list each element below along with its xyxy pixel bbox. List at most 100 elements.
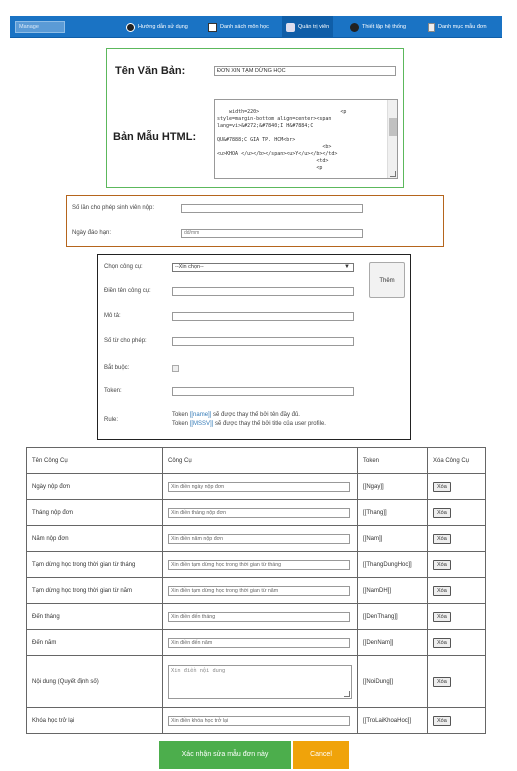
nav-item-subject-list[interactable]: Danh sách môn học [204,16,273,38]
token-cell: [[DenNam]] [357,629,428,656]
settings-icon [350,22,359,32]
table-row: Tháng nộp đơn Xin điền tháng nộp đơn [[T… [26,499,486,526]
nav-item-label: Danh sách môn học [220,24,269,30]
tool-name-cell: Tạm dừng học trong thời gian từ năm [26,577,163,604]
tool-input-cell: Xin điền ngày nộp đơn [162,473,358,500]
confirm-edit-button[interactable]: Xác nhận sửa mẫu đơn này [159,741,291,769]
table-header-row: Tên Công Cụ Công Cụ Token Xóa Công Cụ [26,447,486,474]
tool-name-cell: Đến năm [26,629,163,656]
tool-value-input[interactable]: Xin điền năm nộp đơn [168,533,350,544]
tool-value-input[interactable]: Xin điền tháng nộp đơn [168,507,350,518]
document-name-input[interactable]: ĐƠN XIN TẠM DỪNG HỌC [214,66,396,76]
delete-button[interactable]: Xóa [433,637,451,648]
textarea-scrollbar[interactable] [387,100,397,178]
delete-button[interactable]: Xóa [433,585,451,596]
cancel-button[interactable]: Cancel [293,741,349,769]
token-cell: [[DenThang]] [357,603,428,630]
add-tool-button[interactable]: Thêm [369,262,405,298]
tool-value-input[interactable]: Xin điền đến tháng [168,611,350,622]
nav-item-system-settings[interactable]: Thiết lập hệ thống [346,16,410,38]
tool-name-input[interactable] [172,287,354,296]
delete-button[interactable]: Xóa [433,559,451,570]
form-icon [428,22,435,32]
delete-button[interactable]: Xóa [433,715,451,726]
column-header-tool: Công Cụ [162,447,358,474]
tool-name-cell: Tháng nộp đơn [26,499,163,526]
token-cell: [[TroLaiKhoaHoc]] [357,707,428,734]
nav-item-label: Hướng dẫn sử dụng [138,24,188,30]
column-header-token: Token [357,447,428,474]
nav-item-admin[interactable]: Quản trị viên [282,16,334,38]
delete-cell: Xóa [427,655,486,708]
word-limit-input[interactable] [172,337,354,346]
nav-item-form-catalog[interactable]: Danh mục mẫu đơn [424,16,491,38]
description-label: Mô tả: [104,313,121,319]
tool-select[interactable]: --Xin chọn-- ▼ [172,263,354,272]
token-cell: [[Ngay]] [357,473,428,500]
tool-name-cell: Đến tháng [26,603,163,630]
description-input[interactable] [172,312,354,321]
nav-item-label: Danh mục mẫu đơn [438,24,487,30]
tools-table: Tên Công Cụ Công Cụ Token Xóa Công Cụ Ng… [26,447,486,734]
scrollbar-thumb[interactable] [389,118,397,136]
html-template-content: width=220> <p style=margin-bottom align=… [217,109,347,171]
tool-name-cell: Ngày nộp đơn [26,473,163,500]
delete-cell: Xóa [427,525,486,552]
table-row: Khóa học trở lại Xin điền khóa học trở l… [26,707,486,734]
delete-cell: Xóa [427,499,486,526]
tool-value-textarea[interactable]: Xin điền nội dung [168,664,352,699]
list-icon [208,22,217,32]
dropdown-arrow-icon: ▼ [344,264,350,270]
select-tool-label: Chọn công cụ: [104,264,143,270]
nav-item-user-guide[interactable]: Hướng dẫn sử dụng [122,16,192,38]
tool-value-input[interactable]: Xin điền tạm dừng học trong thời gian từ… [168,559,350,570]
rule-label: Rule: [104,417,119,423]
token-input[interactable] [172,387,354,396]
token-cell: [[Nam]] [357,525,428,552]
delete-button[interactable]: Xóa [433,481,451,492]
submission-limits-section: Số lần cho phép sinh viên nộp: Ngày đáo … [66,195,444,247]
template-section: Tên Văn Bản: ĐƠN XIN TẠM DỪNG HỌC Bản Mẫ… [106,48,404,188]
word-limit-label: Số từ cho phép: [104,338,147,344]
required-label: Bắt buộc: [104,365,130,371]
delete-cell: Xóa [427,603,486,630]
tool-input-cell: Xin điền tháng nộp đơn [162,499,358,526]
attempts-label: Số lần cho phép sinh viên nộp: [72,205,155,211]
tool-value-input[interactable]: Xin điền khóa học trở lại [168,715,350,726]
tool-name-cell: Khóa học trở lại [26,707,163,734]
tool-value-input[interactable]: Xin điền đến năm [168,637,350,648]
delete-button[interactable]: Xóa [433,611,451,622]
tool-input-cell: Xin điền năm nộp đơn [162,525,358,552]
column-header-tool-name: Tên Công Cụ [26,447,163,474]
delete-cell: Xóa [427,707,486,734]
rule-description: Token [[name]] sẽ được thay thế bởi tên … [172,411,326,429]
required-checkbox[interactable] [172,365,179,372]
token-cell: [[NamDH]] [357,577,428,604]
delete-cell: Xóa [427,629,486,656]
tool-value-input[interactable]: Xin điền ngày nộp đơn [168,481,350,492]
manage-button[interactable]: Manage [15,21,65,33]
delete-cell: Xóa [427,551,486,578]
resize-handle-icon[interactable] [344,690,350,697]
delete-button[interactable]: Xóa [433,676,451,687]
table-row: Đến tháng Xin điền đến tháng [[DenThang]… [26,603,486,630]
deadline-input[interactable]: dd/mm [181,229,363,238]
rule-token-mssv: [[MSSV]] [189,421,214,427]
html-template-textarea[interactable]: width=220> <p style=margin-bottom align=… [214,99,398,179]
tool-input-cell: Xin điền khóa học trở lại [162,707,358,734]
resize-handle-icon[interactable] [390,171,396,177]
delete-button[interactable]: Xóa [433,507,451,518]
html-template-label: Bản Mẫu HTML: [113,131,197,143]
tool-name-label: Điền tên công cụ: [104,288,151,294]
column-header-delete: Xóa Công Cụ [427,447,486,474]
delete-button[interactable]: Xóa [433,533,451,544]
add-tool-section: Chọn công cụ: --Xin chọn-- ▼ Thêm Điền t… [97,254,411,440]
tool-value-input[interactable]: Xin điền tạm dừng học trong thời gian từ… [168,585,350,596]
top-nav-bar: Manage Hướng dẫn sử dụng Danh sách môn h… [10,16,502,38]
table-row: Năm nộp đơn Xin điền năm nộp đơn [[Nam]]… [26,525,486,552]
help-icon [126,22,135,32]
attempts-input[interactable] [181,204,363,213]
tool-name-cell: Tạm dừng học trong thời gian từ tháng [26,551,163,578]
tool-input-cell: Xin điền tạm dừng học trong thời gian từ… [162,551,358,578]
token-cell: [[Thang]] [357,499,428,526]
